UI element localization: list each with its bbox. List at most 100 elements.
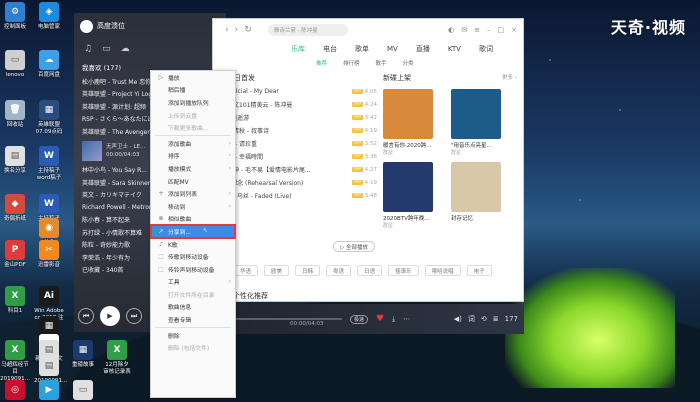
menu-item[interactable]: ⊗ 相似歌曲: [151, 213, 235, 226]
menu-item[interactable]: 播放模式 ›: [151, 162, 235, 175]
menu-icon[interactable]: ≡: [474, 26, 480, 34]
desktop-icon[interactable]: 🗑 回收站: [0, 100, 30, 129]
volume-icon[interactable]: ◀): [454, 315, 462, 323]
mail-icon[interactable]: ✉: [461, 26, 467, 34]
subtab-1[interactable]: 排行榜: [343, 59, 360, 67]
album-cover[interactable]: [383, 89, 433, 139]
genre-tag[interactable]: 嘻哈说唱: [424, 265, 461, 276]
menu-item[interactable]: ⬚ 传铃声到移动设备: [151, 263, 235, 276]
desktop-icon[interactable]: ▦ 重磅故事: [68, 340, 98, 369]
menu-item[interactable]: 查看专辑: [151, 313, 235, 326]
repeat-icon[interactable]: ⟲: [481, 315, 487, 323]
next-button[interactable]: ⏭: [126, 308, 142, 324]
desktop-icon[interactable]: W 主持稿子word稿子: [34, 146, 64, 182]
song-row[interactable]: Official - My Dear VIP 4:05: [227, 85, 377, 98]
back-icon[interactable]: ‹: [225, 25, 229, 35]
song-row[interactable]: 中文101精美云 - 陈冲曼 VIP 4:24: [227, 98, 377, 111]
desktop-icon[interactable]: ✂ 迅雷影音: [34, 240, 64, 269]
desktop-icon[interactable]: ▭: [68, 380, 98, 402]
tab-5[interactable]: KTV: [448, 45, 461, 53]
quality-tag[interactable]: 极速: [350, 314, 369, 324]
desktop-icon[interactable]: ⚙ 控制面板: [0, 2, 30, 31]
desktop-icon[interactable]: ◎: [0, 380, 30, 402]
menu-item[interactable]: 匹配MV: [151, 175, 235, 188]
tab-3[interactable]: MV: [387, 45, 398, 53]
song-row[interactable]: - 逍遥游 VIP 3:42: [227, 111, 377, 124]
genre-tag[interactable]: 日语: [357, 265, 383, 276]
album-card[interactable]: "用音乐点亮星... 群星: [451, 89, 509, 156]
desktop-icon[interactable]: ▦ 英雄联盟 07.09点码: [34, 100, 64, 136]
menu-item[interactable]: ⬚ 传歌到移动设备: [151, 250, 235, 263]
avatar[interactable]: [80, 19, 93, 33]
song-row[interactable]: 薄清秋 - 叔事诗 VIP 4:19: [227, 124, 377, 137]
genre-tag[interactable]: 欧美: [264, 265, 290, 276]
tab-4[interactable]: 直播: [416, 44, 430, 54]
menu-item[interactable]: 歌曲信息: [151, 301, 235, 314]
subtab-0[interactable]: 推荐: [316, 59, 327, 67]
device-icon[interactable]: ▭: [102, 44, 111, 54]
genre-tag[interactable]: 日韩: [295, 265, 321, 276]
desktop-icon[interactable]: X 马超辉经节目 2019091...: [0, 340, 30, 383]
desktop-icon[interactable]: ◆ 奇偶折纸: [0, 194, 30, 223]
album-cover[interactable]: [451, 162, 501, 212]
album-card[interactable]: 封存记忆: [451, 162, 509, 229]
album-card[interactable]: 2020BTV跨年晚... 群星: [383, 162, 441, 229]
menu-item[interactable]: 工具 ›: [151, 276, 235, 289]
album-name[interactable]: 暖言有你·2020跨...: [383, 141, 441, 149]
album-name[interactable]: "用音乐点亮星...: [451, 141, 509, 149]
download-icon[interactable]: ⤓: [392, 315, 395, 324]
desktop-icon[interactable]: X 12月除夕 审核记录表: [102, 340, 132, 376]
menu-item[interactable]: 排序 ›: [151, 150, 235, 163]
maximize-icon[interactable]: □: [498, 26, 505, 34]
skin-icon[interactable]: ◐: [448, 26, 454, 34]
menu-item[interactable]: 添加歌曲 ›: [151, 137, 235, 150]
playlist-icon[interactable]: ≣: [493, 315, 499, 323]
menu-item[interactable]: + 添加到列表 ›: [151, 187, 235, 200]
album-cover[interactable]: [451, 89, 501, 139]
desktop-icon[interactable]: X 科目1: [0, 286, 30, 315]
tab-0[interactable]: 乐库: [291, 44, 305, 54]
user-header[interactable]: 高度溃位: [74, 13, 226, 39]
more-icon[interactable]: ⋯: [403, 315, 410, 323]
play-button[interactable]: ▶: [100, 306, 120, 326]
desktop-icon[interactable]: ▤ 换名分享: [0, 146, 30, 175]
menu-item[interactable]: 稍后播: [151, 84, 235, 97]
song-row[interactable]: 东 - 幸福時間 VIP 3:36: [227, 150, 377, 163]
song-row[interactable]: 中 - 请珍重 VIP 3:52: [227, 137, 377, 150]
menu-item[interactable]: ♪ K歌: [151, 238, 235, 251]
menu-item[interactable]: ▷ 播放: [151, 71, 235, 84]
desktop-icon[interactable]: ▶: [34, 380, 64, 402]
more-link[interactable]: 更多 ›: [502, 73, 517, 81]
album-name[interactable]: 2020BTV跨年晚...: [383, 214, 441, 222]
lyric-icon[interactable]: 词: [468, 314, 475, 324]
heart-icon[interactable]: ♥: [376, 314, 384, 324]
menu-item[interactable]: 移动到 ›: [151, 200, 235, 213]
prev-button[interactable]: ⏮: [78, 308, 94, 324]
user-name[interactable]: 高度溃位: [97, 21, 125, 31]
refresh-icon[interactable]: ↻: [244, 25, 252, 35]
genre-tag[interactable]: 电子: [466, 265, 492, 276]
desktop-icon[interactable]: ▭ lenovo: [0, 50, 30, 79]
tab-6[interactable]: 歌词: [479, 44, 493, 54]
minimize-icon[interactable]: –: [487, 26, 491, 34]
search-input[interactable]: 雅诗兰黛 - 陈冲曼: [267, 24, 348, 36]
menu-item[interactable]: 删除: [151, 329, 235, 342]
desktop-icon[interactable]: P 金山PDF: [0, 240, 30, 269]
menu-item[interactable]: 添加到播放队列: [151, 96, 235, 109]
album-cover[interactable]: [383, 162, 433, 212]
song-row[interactable]: - 想念 (Rehearsal Version) VIP 4:19: [227, 176, 377, 189]
forward-icon[interactable]: ›: [235, 25, 239, 35]
play-all-button[interactable]: ▷ 全部播放: [333, 241, 375, 252]
tab-2[interactable]: 歌单: [355, 44, 369, 54]
subtab-2[interactable]: 歌手: [376, 59, 387, 67]
desktop-icon[interactable]: ☁ 百度网盘: [34, 50, 64, 79]
genre-tag[interactable]: 粤语: [326, 265, 352, 276]
genre-tag[interactable]: 摇滚乐: [388, 265, 419, 276]
genre-tag[interactable]: 华语: [233, 265, 259, 276]
tab-1[interactable]: 电台: [323, 44, 337, 54]
album-name[interactable]: 封存记忆: [451, 214, 509, 222]
cloud-icon[interactable]: ☁: [121, 44, 130, 54]
song-row[interactable]: 品, 马丝 - Faded (Live) VIP 3:48: [227, 189, 377, 202]
album-card[interactable]: 暖言有你·2020跨... 群星: [383, 89, 441, 156]
subtab-3[interactable]: 分类: [403, 59, 414, 67]
